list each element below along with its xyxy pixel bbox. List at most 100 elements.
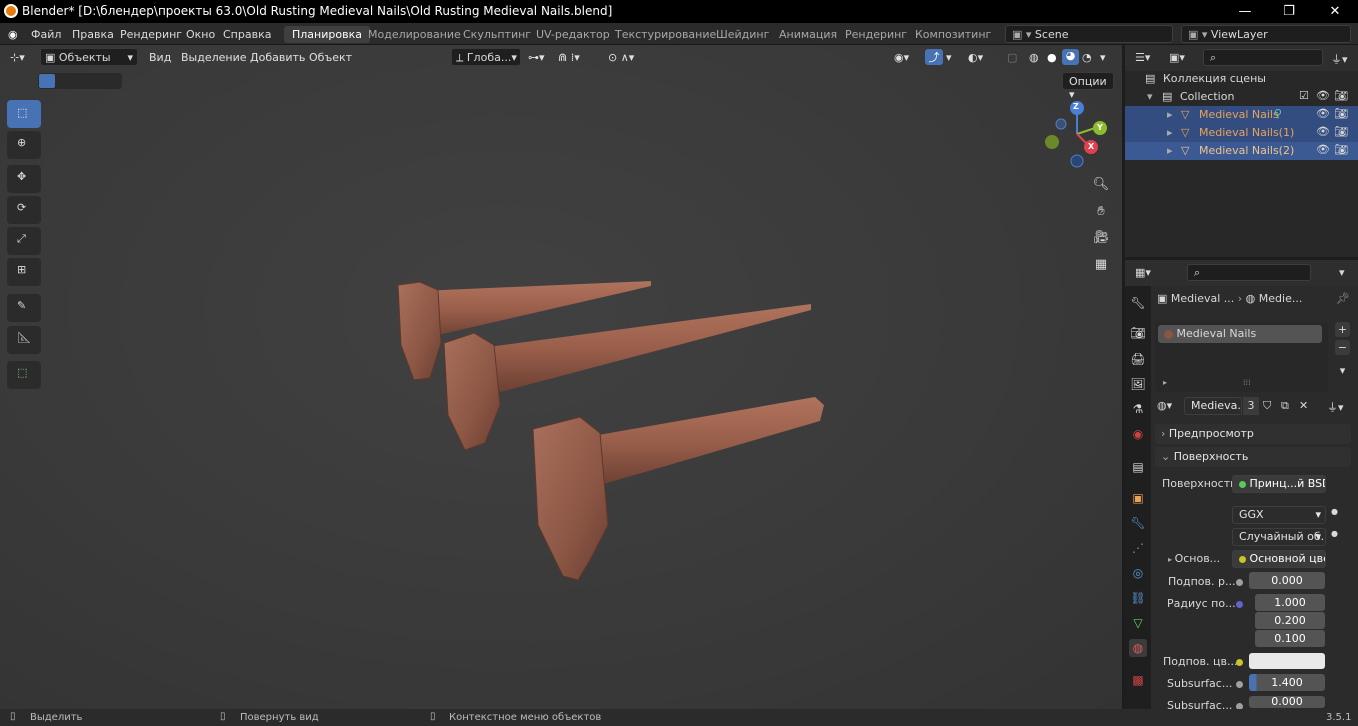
material-name-field[interactable]: Medieva...: [1184, 397, 1242, 415]
properties-editor-icon[interactable]: ▦▾: [1135, 266, 1151, 279]
proportional-edit-icon[interactable]: ⊙ ∧▾: [608, 51, 634, 64]
world-tab-icon[interactable]: ◉: [1129, 425, 1147, 443]
socket-dot-icon[interactable]: [1236, 575, 1243, 588]
tab-uv-editing[interactable]: UV-редактор: [528, 26, 618, 43]
tab-animation[interactable]: Анимация: [771, 26, 845, 43]
measure-tool[interactable]: 📐︎: [7, 326, 41, 354]
solid-shading-icon[interactable]: ●: [1047, 51, 1057, 64]
select-new-icon[interactable]: [39, 74, 55, 88]
base-color-link-field[interactable]: Основной цвет: [1232, 550, 1326, 568]
view-layer-selector[interactable]: ▣ ▾ ViewLayer: [1181, 25, 1351, 43]
user-count[interactable]: 3: [1243, 397, 1259, 415]
subsurface-color-swatch[interactable]: [1249, 653, 1325, 669]
tool-tab-icon[interactable]: 🔧︎: [1129, 294, 1147, 312]
outliner-collection[interactable]: ▾ ▤ Collection ☑ 👁︎ 📷︎: [1125, 88, 1358, 106]
scale-tool[interactable]: ⤢: [7, 227, 41, 255]
camera-render-icon[interactable]: 📷︎: [1334, 143, 1348, 156]
transform-orientation-dropdown[interactable]: ⟂ Глоба...▾: [451, 48, 521, 66]
object-tab-icon[interactable]: ▣: [1129, 489, 1147, 507]
menu-edit[interactable]: Правка: [72, 28, 114, 41]
gizmo-dropdown-icon[interactable]: ▾: [946, 51, 952, 64]
preview-panel-header[interactable]: › Предпросмотр: [1155, 424, 1351, 444]
eye-icon[interactable]: 👁︎: [1316, 143, 1330, 156]
outliner-search-input[interactable]: ⌕: [1203, 49, 1323, 66]
output-tab-icon[interactable]: 🖨︎: [1129, 350, 1147, 368]
rendered-shading-icon[interactable]: ◔: [1082, 51, 1092, 64]
select-mode-buttons[interactable]: [38, 73, 122, 89]
slot-menu-icon[interactable]: ▾: [1335, 364, 1350, 379]
radius-y-field[interactable]: 0.200: [1255, 612, 1325, 629]
eye-icon[interactable]: 👁︎: [1316, 89, 1330, 102]
eye-icon[interactable]: 👁︎: [1316, 125, 1330, 138]
display-mode-icon[interactable]: ▣▾: [1169, 51, 1185, 64]
menu-object[interactable]: Объект: [309, 51, 352, 64]
outliner-editor-icon[interactable]: ☰▾: [1135, 51, 1150, 64]
render-tab-icon[interactable]: 📷︎: [1129, 324, 1147, 342]
mode-dropdown[interactable]: ▣ Объекты ▾: [40, 48, 138, 66]
minimize-button[interactable]: —: [1222, 2, 1268, 21]
particles-tab-icon[interactable]: ⋰: [1129, 539, 1147, 557]
menu-view[interactable]: Вид: [149, 51, 171, 64]
wireframe-shading-icon[interactable]: ◍: [1029, 51, 1039, 64]
3d-viewport[interactable]: Z Y X 🔍︎ ✋︎ 🎥︎ ▦ ⬚ ⊕ ✥ ⟳ ⤢ ⊞ ✎ 📐︎ ⬚ Опци…: [0, 45, 1122, 709]
xray-icon[interactable]: ▢: [1007, 51, 1017, 64]
remove-slot-button[interactable]: −: [1335, 340, 1350, 355]
menu-window[interactable]: Окно: [186, 28, 215, 41]
tab-layout[interactable]: Планировка: [284, 26, 370, 43]
maximize-button[interactable]: ❐: [1266, 2, 1312, 21]
constraints-tab-icon[interactable]: ⛓︎: [1129, 589, 1147, 607]
view-layer-tab-icon[interactable]: 🖼︎: [1129, 375, 1147, 393]
tab-compositing[interactable]: Композитинг: [907, 26, 999, 43]
subsurface-value-field[interactable]: 0.000: [1249, 572, 1325, 589]
select-box-tool[interactable]: ⬚: [7, 100, 41, 128]
tab-sculpting[interactable]: Скульптинг: [455, 26, 539, 43]
camera-icon[interactable]: 🎥︎: [1089, 226, 1113, 250]
annotate-tool[interactable]: ✎: [7, 294, 41, 322]
material-preview-shading-icon[interactable]: ◕: [1062, 49, 1079, 65]
zoom-icon[interactable]: 🔍︎: [1089, 173, 1113, 197]
blender-menu-icon[interactable]: ◉: [8, 28, 18, 41]
collection-tab-icon[interactable]: ▤: [1129, 458, 1147, 476]
menu-render[interactable]: Рендеринг: [120, 28, 182, 41]
subsurface-aniso-field[interactable]: 0.000: [1249, 696, 1325, 708]
data-tab-icon[interactable]: ▽: [1129, 614, 1147, 632]
unlink-icon[interactable]: ✕: [1299, 399, 1308, 412]
color-socket-icon[interactable]: [1236, 655, 1243, 668]
vector-socket-icon[interactable]: [1236, 597, 1243, 610]
move-tool[interactable]: ✥: [7, 165, 41, 193]
pan-hand-icon[interactable]: ✋︎: [1089, 200, 1113, 224]
material-browse-icon[interactable]: ◍▾: [1157, 399, 1172, 412]
expand-arrow-icon[interactable]: ▸: [1167, 126, 1173, 139]
expand-arrow-icon[interactable]: ▸: [1163, 378, 1167, 387]
outliner-scene-collection[interactable]: ▤ Коллекция сцены: [1125, 70, 1358, 88]
collection-checkbox[interactable]: ☑: [1299, 89, 1309, 102]
subsurface-method-dropdown[interactable]: Случайный об... ▾: [1232, 528, 1326, 546]
texture-tab-icon[interactable]: ▩: [1129, 671, 1147, 689]
menu-file[interactable]: Файл: [31, 28, 61, 41]
surface-shader-field[interactable]: Принц...й BSDF: [1232, 475, 1326, 493]
material-slot-item[interactable]: Medieval Nails: [1158, 325, 1322, 343]
expand-arrow-icon[interactable]: ▸: [1167, 144, 1173, 157]
expand-arrow-icon[interactable]: ▾: [1147, 90, 1153, 103]
shading-dropdown-icon[interactable]: ▾: [1100, 51, 1106, 64]
snap-magnet-icon[interactable]: ⋒ ⁞▾: [558, 51, 580, 64]
resize-handle-icon[interactable]: ⁞⁞⁞: [1243, 378, 1251, 387]
add-slot-button[interactable]: +: [1335, 322, 1350, 337]
tab-texture-paint[interactable]: Текстурирование: [607, 26, 724, 43]
node-filter-icon[interactable]: ⏚▾: [1327, 399, 1344, 415]
menu-help[interactable]: Справка: [223, 28, 271, 41]
outliner-object-row[interactable]: ▸ ▽ Medieval Nails ⚲ 👁︎ 📷︎: [1125, 106, 1358, 124]
camera-render-icon[interactable]: 📷︎: [1334, 125, 1348, 138]
add-cube-tool[interactable]: ⬚: [7, 361, 41, 389]
fake-user-shield-icon[interactable]: ⛉: [1263, 399, 1271, 413]
editor-type-icon[interactable]: ⊹▾: [10, 51, 25, 64]
modifier-tab-icon[interactable]: 🔧︎: [1129, 514, 1147, 532]
overlays-icon[interactable]: ◐▾: [968, 51, 983, 64]
menu-select[interactable]: Выделение: [181, 51, 247, 64]
menu-add[interactable]: Добавить: [250, 51, 305, 64]
rotate-tool[interactable]: ⟳: [7, 196, 41, 224]
subsurface-ior-field[interactable]: 1.400: [1249, 674, 1325, 691]
eye-icon[interactable]: 👁︎: [1316, 107, 1330, 120]
options-dropdown[interactable]: Опции ▾: [1062, 72, 1114, 101]
camera-render-icon[interactable]: 📷︎: [1334, 107, 1348, 120]
